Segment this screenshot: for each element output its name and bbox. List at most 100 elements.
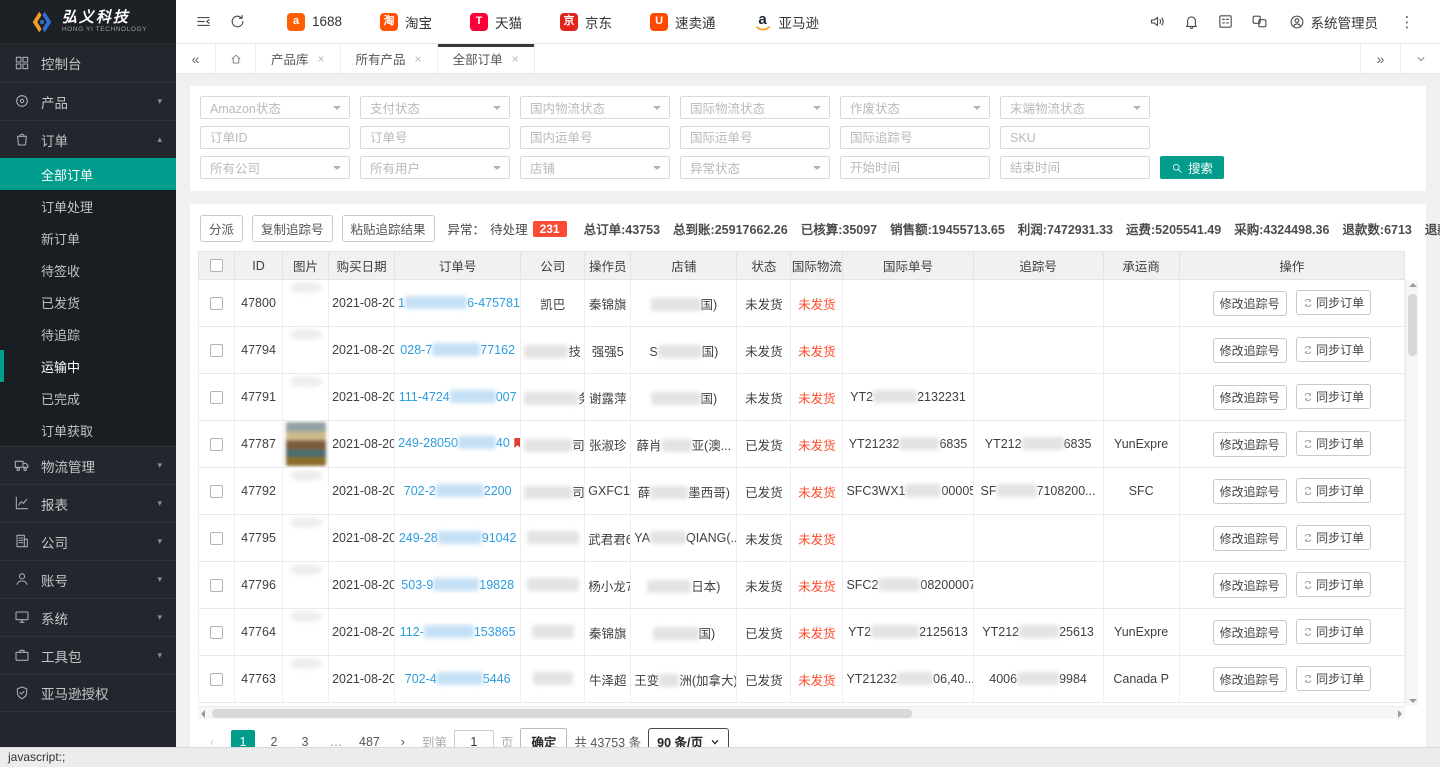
sync-order-button[interactable]: 同步订单 [1296,290,1371,315]
notifications-icon[interactable] [1175,0,1209,44]
filter-input-order-id[interactable] [200,126,350,149]
filter-select-all-users[interactable]: 所有用户 [360,156,510,179]
row-checkbox[interactable] [210,626,223,639]
sync-order-button[interactable]: 同步订单 [1296,478,1371,503]
edit-tracking-button[interactable]: 修改追踪号 [1213,526,1287,551]
sync-order-button[interactable]: 同步订单 [1296,525,1371,550]
platform-tab-taobao[interactable]: 淘淘宝 [361,0,451,44]
filter-input-intl-tracking-no[interactable] [840,126,990,149]
order-no-link[interactable]: 249-2805040 [395,421,521,468]
user-menu[interactable]: 系统管理员 [1277,12,1391,32]
sync-order-button[interactable]: 同步订单 [1296,431,1371,456]
assign-button[interactable]: 分派 [200,215,243,242]
sidebar-subitem-pending-receipt[interactable]: 待签收 [0,254,176,286]
sidebar-subitem-shipped[interactable]: 已发货 [0,286,176,318]
platform-tab-amazon[interactable]: a亚马逊 [735,0,839,44]
product-thumbnail[interactable] [286,422,326,466]
announcement-icon[interactable] [1141,0,1175,44]
close-tab-icon[interactable]: × [318,52,325,66]
paste-tracking-result-button[interactable]: 粘贴追踪结果 [342,215,435,242]
tabs-scroll-right-icon[interactable]: » [1360,44,1400,73]
row-checkbox[interactable] [210,532,223,545]
vertical-scroll-thumb[interactable] [1408,294,1417,356]
apps-icon[interactable] [1209,0,1243,44]
sidebar-item-dashboard[interactable]: 控制台 [0,44,176,82]
sync-order-button[interactable]: 同步订单 [1296,572,1371,597]
row-checkbox[interactable] [210,438,223,451]
sidebar-subitem-order-processing[interactable]: 订单处理 [0,190,176,222]
sidebar-item-reports[interactable]: 报表 ▾ [0,484,176,522]
row-checkbox[interactable] [210,391,223,404]
scroll-up-icon[interactable] [1409,283,1417,287]
filter-input-start-time[interactable] [840,156,990,179]
platform-tab-tmall[interactable]: T天猫 [451,0,541,44]
scroll-right-icon[interactable] [1398,710,1402,718]
more-menu-icon[interactable]: ⋮ [1390,0,1424,44]
select-all-checkbox[interactable] [210,259,223,272]
order-no-link[interactable]: 503-919828 [395,562,521,609]
sidebar-subitem-pending-tracking[interactable]: 待追踪 [0,318,176,350]
row-checkbox[interactable] [210,485,223,498]
order-no-link[interactable]: 111-4724007 [395,374,521,421]
tabs-menu-icon[interactable] [1400,44,1440,73]
scroll-left-icon[interactable] [201,710,205,718]
filter-input-domestic-waybill-no[interactable] [520,126,670,149]
tabs-scroll-left-icon[interactable]: « [176,44,216,73]
sidebar-item-toolkit[interactable]: 工具包 ▾ [0,636,176,674]
sidebar-item-system[interactable]: 系统 ▾ [0,598,176,636]
filter-input-intl-waybill-no[interactable] [680,126,830,149]
edit-tracking-button[interactable]: 修改追踪号 [1213,338,1287,363]
sync-order-button[interactable]: 同步订单 [1296,619,1371,644]
vertical-scrollbar[interactable] [1405,280,1418,706]
sidebar-item-amazon-auth[interactable]: 亚马逊授权 [0,674,176,712]
edit-tracking-button[interactable]: 修改追踪号 [1213,479,1287,504]
tab-all-orders[interactable]: 全部订单 × [438,44,535,73]
copy-tracking-button[interactable]: 复制追踪号 [252,215,333,242]
switch-account-icon[interactable] [1243,0,1277,44]
filter-select-shop[interactable]: 店铺 [520,156,670,179]
collapse-sidebar-icon[interactable] [186,0,220,44]
sidebar-item-logistics[interactable]: 物流管理 ▾ [0,446,176,484]
sidebar-subitem-in-transit[interactable]: 运输中 [0,350,176,382]
sidebar-subitem-order-fetch[interactable]: 订单获取 [0,414,176,446]
tab-all-products[interactable]: 所有产品 × [341,44,438,73]
sidebar-item-account[interactable]: 账号 ▾ [0,560,176,598]
edit-tracking-button[interactable]: 修改追踪号 [1213,573,1287,598]
sidebar-item-product[interactable]: 产品 ▾ [0,82,176,120]
row-checkbox[interactable] [210,673,223,686]
filter-input-order-no[interactable] [360,126,510,149]
filter-input-sku[interactable] [1000,126,1150,149]
platform-tab-1688[interactable]: a1688 [268,0,361,44]
sync-order-button[interactable]: 同步订单 [1296,384,1371,409]
sidebar-subitem-completed[interactable]: 已完成 [0,382,176,414]
refresh-icon[interactable] [220,0,254,44]
close-tab-icon[interactable]: × [512,52,519,66]
row-checkbox[interactable] [210,579,223,592]
filter-select-amazon-status[interactable]: Amazon状态 [200,96,350,119]
sync-order-button[interactable]: 同步订单 [1296,337,1371,362]
sidebar-subitem-new-orders[interactable]: 新订单 [0,222,176,254]
edit-tracking-button[interactable]: 修改追踪号 [1213,291,1287,316]
order-no-link[interactable]: 112-153865 [395,609,521,656]
order-no-link[interactable]: 16-4757810 [395,280,521,327]
filter-select-all-companies[interactable]: 所有公司 [200,156,350,179]
sidebar-subitem-all-orders[interactable]: 全部订单 [0,158,176,190]
order-no-link[interactable]: 249-2891042 [395,515,521,562]
filter-select-domestic-logistics-status[interactable]: 国内物流状态 [520,96,670,119]
platform-tab-aliexpress[interactable]: U速卖通 [631,0,735,44]
edit-tracking-button[interactable]: 修改追踪号 [1213,667,1287,692]
order-no-link[interactable]: 702-45446 [395,656,521,703]
sync-order-button[interactable]: 同步订单 [1296,666,1371,691]
scroll-down-icon[interactable] [1409,699,1417,703]
close-tab-icon[interactable]: × [415,52,422,66]
edit-tracking-button[interactable]: 修改追踪号 [1213,620,1287,645]
horizontal-scrollbar[interactable] [198,706,1405,719]
platform-tab-jd[interactable]: 京京东 [541,0,631,44]
sidebar-item-order[interactable]: 订单 ▴ [0,120,176,158]
filter-select-intl-logistics-status[interactable]: 国际物流状态 [680,96,830,119]
horizontal-scroll-thumb[interactable] [212,709,912,718]
row-checkbox[interactable] [210,297,223,310]
filter-input-end-time[interactable] [1000,156,1150,179]
filter-select-pay-status[interactable]: 支付状态 [360,96,510,119]
pending-count-badge[interactable]: 231 [533,221,567,237]
